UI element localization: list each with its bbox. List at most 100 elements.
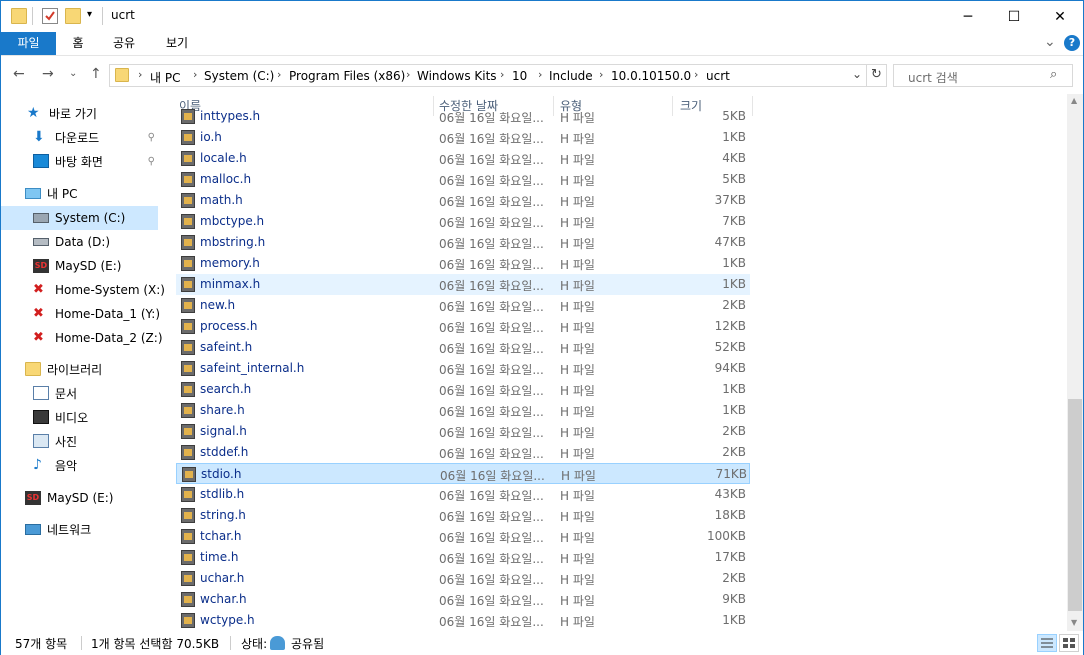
scroll-thumb[interactable] bbox=[1068, 399, 1082, 611]
file-row[interactable]: wchar.h 06월 16일 화요일... H 파일 9KB bbox=[176, 589, 750, 610]
file-row[interactable]: stdlib.h 06월 16일 화요일... H 파일 43KB bbox=[176, 484, 750, 505]
large-icons-view-icon[interactable] bbox=[1059, 634, 1079, 652]
breadcrumb-program-files[interactable]: Program Files (x86) bbox=[289, 69, 405, 83]
nav-drive-c[interactable]: System (C:) bbox=[1, 206, 158, 230]
breadcrumb-separator-icon[interactable]: › bbox=[694, 68, 698, 81]
recent-locations-icon[interactable]: ⌄ bbox=[69, 68, 77, 79]
scroll-down-icon[interactable]: ▼ bbox=[1071, 618, 1077, 627]
column-divider[interactable] bbox=[752, 96, 753, 116]
forward-icon[interactable]: → bbox=[42, 66, 54, 82]
breadcrumb-separator-icon[interactable]: › bbox=[500, 68, 504, 81]
file-row[interactable]: uchar.h 06월 16일 화요일... H 파일 2KB bbox=[176, 568, 750, 589]
breadcrumb-version[interactable]: 10.0.10150.0 bbox=[611, 69, 691, 83]
breadcrumb-separator-icon[interactable]: › bbox=[406, 68, 410, 81]
file-name[interactable]: malloc.h bbox=[200, 172, 251, 186]
file-name[interactable]: signal.h bbox=[200, 424, 247, 438]
nav-quick-access[interactable]: ★ 바로 가기 bbox=[27, 101, 97, 125]
file-row[interactable]: inttypes.h 06월 16일 화요일... H 파일 5KB bbox=[176, 106, 750, 127]
file-row[interactable]: memory.h 06월 16일 화요일... H 파일 1KB bbox=[176, 253, 750, 274]
tab-view[interactable]: 보기 bbox=[158, 32, 196, 55]
expand-ribbon-icon[interactable]: ⌄ bbox=[1044, 34, 1056, 50]
file-row[interactable]: search.h 06월 16일 화요일... H 파일 1KB bbox=[176, 379, 750, 400]
nav-this-pc[interactable]: 내 PC bbox=[25, 181, 77, 205]
file-row[interactable]: math.h 06월 16일 화요일... H 파일 37KB bbox=[176, 190, 750, 211]
file-name[interactable]: minmax.h bbox=[200, 277, 260, 291]
file-row[interactable]: safeint.h 06월 16일 화요일... H 파일 52KB bbox=[176, 337, 750, 358]
breadcrumb-include[interactable]: Include bbox=[549, 69, 593, 83]
nav-videos[interactable]: 비디오 bbox=[33, 405, 88, 429]
tab-file[interactable]: 파일 bbox=[1, 32, 56, 55]
search-box[interactable]: ucrt 검색 ⌕ bbox=[893, 64, 1073, 87]
breadcrumb-separator-icon[interactable]: › bbox=[138, 68, 142, 81]
scroll-up-icon[interactable]: ▲ bbox=[1071, 96, 1077, 105]
nav-network[interactable]: 네트워크 bbox=[25, 517, 91, 541]
tab-share[interactable]: 공유 bbox=[105, 32, 143, 55]
breadcrumb-windows-kits[interactable]: Windows Kits bbox=[417, 69, 497, 83]
file-name[interactable]: wchar.h bbox=[200, 592, 247, 606]
file-name[interactable]: tchar.h bbox=[200, 529, 242, 543]
file-row[interactable]: new.h 06월 16일 화요일... H 파일 2KB bbox=[176, 295, 750, 316]
file-row[interactable]: process.h 06월 16일 화요일... H 파일 12KB bbox=[176, 316, 750, 337]
back-icon[interactable]: ← bbox=[13, 66, 25, 82]
file-row[interactable]: minmax.h 06월 16일 화요일... H 파일 1KB bbox=[176, 274, 750, 295]
file-name[interactable]: safeint_internal.h bbox=[200, 361, 304, 375]
file-name[interactable]: share.h bbox=[200, 403, 245, 417]
file-name[interactable]: time.h bbox=[200, 550, 239, 564]
file-row[interactable]: wctype.h 06월 16일 화요일... H 파일 1KB bbox=[176, 610, 750, 631]
nav-pictures[interactable]: 사진 bbox=[33, 429, 77, 453]
breadcrumb-10[interactable]: 10 bbox=[512, 69, 527, 83]
vertical-scrollbar[interactable]: ▲ ▼ bbox=[1067, 94, 1083, 631]
file-row[interactable]: io.h 06월 16일 화요일... H 파일 1KB bbox=[176, 127, 750, 148]
file-row[interactable]: stddef.h 06월 16일 화요일... H 파일 2KB bbox=[176, 442, 750, 463]
new-folder-icon[interactable] bbox=[65, 8, 81, 24]
search-icon[interactable]: ⌕ bbox=[1050, 67, 1057, 82]
minimize-button[interactable]: ─ bbox=[945, 1, 991, 32]
file-name[interactable]: stddef.h bbox=[200, 445, 248, 459]
address-bar[interactable]: › 내 PC › System (C:) › Program Files (x8… bbox=[109, 64, 887, 87]
quick-access-dropdown-icon[interactable]: ▾ bbox=[87, 9, 92, 20]
nav-removable-e[interactable]: SD MaySD (E:) bbox=[25, 486, 113, 510]
file-name[interactable]: safeint.h bbox=[200, 340, 252, 354]
file-name[interactable]: stdio.h bbox=[201, 467, 241, 481]
file-row[interactable]: malloc.h 06월 16일 화요일... H 파일 5KB bbox=[176, 169, 750, 190]
address-dropdown-icon[interactable]: ⌄ bbox=[852, 67, 862, 81]
breadcrumb-separator-icon[interactable]: › bbox=[277, 68, 281, 81]
nav-libraries[interactable]: 라이브러리 bbox=[25, 357, 102, 381]
search-input[interactable]: ucrt 검색 bbox=[908, 69, 958, 86]
file-row[interactable]: tchar.h 06월 16일 화요일... H 파일 100KB bbox=[176, 526, 750, 547]
nav-downloads[interactable]: ⬇ 다운로드 ⚲ bbox=[33, 125, 158, 149]
nav-drive-y[interactable]: ✖ Home-Data_1 (Y:) bbox=[33, 302, 160, 326]
nav-music[interactable]: ♪ 음악 bbox=[33, 453, 77, 477]
breadcrumb-separator-icon[interactable]: › bbox=[599, 68, 603, 81]
tab-home[interactable]: 홈 bbox=[63, 32, 93, 55]
file-name[interactable]: uchar.h bbox=[200, 571, 244, 585]
file-name[interactable]: string.h bbox=[200, 508, 246, 522]
breadcrumb-ucrt[interactable]: ucrt bbox=[706, 69, 730, 83]
breadcrumb-system-c[interactable]: System (C:) bbox=[204, 69, 274, 83]
file-row[interactable]: time.h 06월 16일 화요일... H 파일 17KB bbox=[176, 547, 750, 568]
nav-drive-x[interactable]: ✖ Home-System (X:) bbox=[33, 278, 165, 302]
pin-icon[interactable]: ⚲ bbox=[148, 156, 155, 167]
file-row[interactable]: share.h 06월 16일 화요일... H 파일 1KB bbox=[176, 400, 750, 421]
file-name[interactable]: inttypes.h bbox=[200, 109, 260, 123]
file-row[interactable]: locale.h 06월 16일 화요일... H 파일 4KB bbox=[176, 148, 750, 169]
pin-icon[interactable]: ⚲ bbox=[148, 132, 155, 143]
file-name[interactable]: io.h bbox=[200, 130, 222, 144]
breadcrumb-this-pc[interactable]: 내 PC bbox=[150, 69, 180, 86]
help-icon[interactable]: ? bbox=[1064, 35, 1080, 51]
file-name[interactable]: math.h bbox=[200, 193, 243, 207]
nav-desktop[interactable]: 바탕 화면 ⚲ bbox=[33, 149, 158, 173]
nav-drive-z[interactable]: ✖ Home-Data_2 (Z:) bbox=[33, 326, 163, 350]
file-name[interactable]: process.h bbox=[200, 319, 258, 333]
nav-drive-e[interactable]: SD MaySD (E:) bbox=[33, 254, 121, 278]
maximize-button[interactable]: ☐ bbox=[991, 1, 1037, 32]
breadcrumb-separator-icon[interactable]: › bbox=[538, 68, 542, 81]
file-name[interactable]: stdlib.h bbox=[200, 487, 244, 501]
file-row[interactable]: mbctype.h 06월 16일 화요일... H 파일 7KB bbox=[176, 211, 750, 232]
nav-documents[interactable]: 문서 bbox=[33, 381, 77, 405]
file-row[interactable]: safeint_internal.h 06월 16일 화요일... H 파일 94KB bbox=[176, 358, 750, 379]
breadcrumb-separator-icon[interactable]: › bbox=[193, 68, 197, 81]
file-name[interactable]: mbctype.h bbox=[200, 214, 264, 228]
refresh-icon[interactable]: ↻ bbox=[871, 67, 882, 82]
file-name[interactable]: memory.h bbox=[200, 256, 260, 270]
